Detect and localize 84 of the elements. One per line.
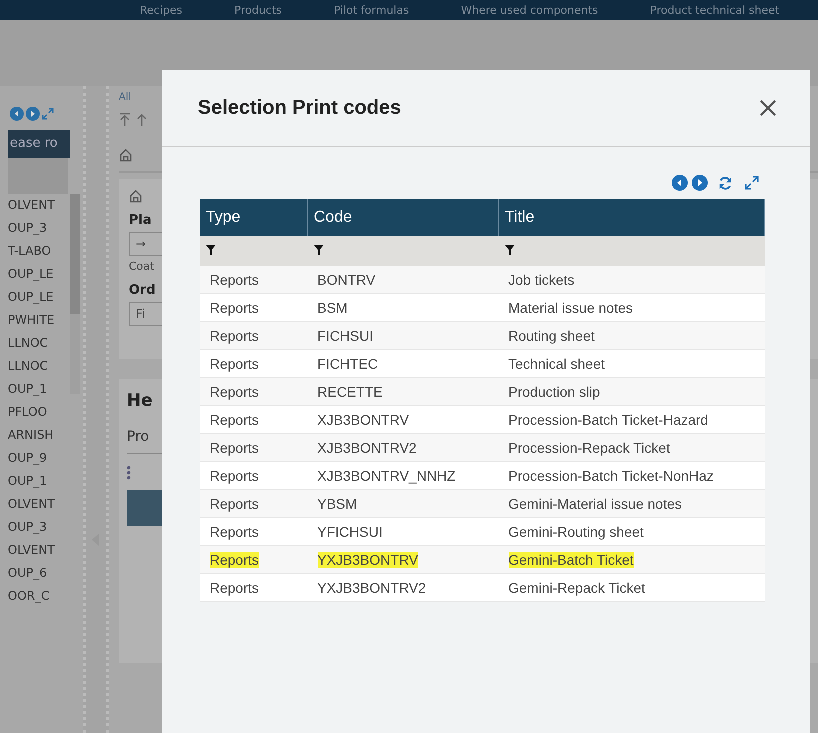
table-cell: Reports (210, 384, 260, 400)
table-cell: Reports (210, 272, 260, 288)
table-cell: YFICHSUI (318, 524, 383, 540)
table-cell: Reports (210, 524, 260, 540)
list-item[interactable]: ARNISH (8, 424, 68, 447)
refresh-icon[interactable] (718, 176, 733, 190)
home-icon[interactable] (129, 189, 143, 203)
table-cell: Reports (210, 440, 260, 456)
table-cell: XJB3BONTRV2 (318, 440, 417, 456)
table-cell: Production slip (508, 384, 600, 400)
list-item[interactable]: OUP_LE (8, 286, 68, 309)
table-cell: Gemini-Repack Ticket (508, 580, 646, 596)
nav-link[interactable]: Pilot formulas (334, 4, 410, 16)
dialog-title: Selection Print codes (198, 96, 402, 120)
table-cell: Job tickets (508, 272, 575, 288)
section-label: Ord (129, 283, 156, 298)
list-item[interactable]: PWHITE (8, 309, 68, 332)
filter-icon[interactable] (504, 245, 514, 255)
previous-icon[interactable] (672, 175, 688, 191)
action-button[interactable]: ease ro (8, 130, 70, 158)
table-cell: RECETTE (318, 384, 383, 400)
column-header[interactable]: Code (308, 199, 498, 236)
table-cell: Gemini-Material issue notes (508, 496, 682, 512)
list-item[interactable]: PFLOO (8, 401, 68, 424)
list-item[interactable]: OLVENT (8, 539, 68, 562)
list-item[interactable]: LLNOC (8, 355, 68, 378)
list-item[interactable]: OLVENT (8, 493, 68, 516)
more-icon[interactable] (127, 466, 131, 480)
table-cell: Gemini-Routing sheet (508, 524, 644, 540)
field-caption: Coat (129, 260, 156, 273)
list-item[interactable]: OUP_3 (8, 217, 68, 240)
expand-icon[interactable] (745, 176, 759, 190)
list-item[interactable]: OUP_6 (8, 562, 68, 585)
up-arrow-icon[interactable] (137, 113, 147, 127)
column-header[interactable]: Title (498, 199, 764, 236)
table-cell: Material issue notes (508, 300, 634, 316)
list-item[interactable]: T-LABO (8, 240, 68, 263)
table-cell: FICHTEC (318, 356, 378, 372)
section-label: Pla (129, 213, 152, 228)
home-icon[interactable] (119, 148, 133, 162)
list-item[interactable]: OUP_9 (8, 447, 68, 470)
list-item[interactable]: LLNOC (8, 332, 68, 355)
table-cell: Reports (210, 328, 260, 344)
table-cell: Routing sheet (508, 328, 595, 344)
table-cell: XJB3BONTRV_NNHZ (318, 468, 456, 484)
expand-icon[interactable] (42, 108, 54, 120)
table-cell: Reports (210, 580, 260, 596)
list-item[interactable]: OUP_LE (8, 263, 68, 286)
table-cell: YXJB3BONTRV2 (318, 580, 426, 596)
close-button[interactable]: × (756, 94, 780, 122)
list-item[interactable]: OUP_1 (8, 378, 68, 401)
table-cell: Procession-Batch Ticket-Hazard (508, 412, 708, 428)
table-cell: Reports (210, 300, 260, 316)
previous-icon[interactable] (10, 107, 24, 121)
list-item[interactable]: OUP_1 (8, 470, 68, 493)
table-cell: Procession-Repack Ticket (508, 440, 670, 456)
section-heading: He (127, 391, 153, 411)
nav-link[interactable]: Where used components (461, 4, 598, 16)
nav-link[interactable]: Recipes (140, 4, 183, 16)
table-cell: Technical sheet (508, 356, 606, 372)
list-item[interactable]: OLVENT (8, 194, 68, 217)
nav-link[interactable]: Products (234, 4, 282, 16)
table-cell: Reports (210, 496, 260, 512)
table-cell: XJB3BONTRV (318, 412, 410, 428)
next-icon[interactable] (692, 175, 708, 191)
nav-link[interactable]: Product technical sheet (650, 4, 780, 16)
table-cell: Gemini-Batch Ticket (508, 552, 634, 568)
column-header[interactable]: Type (200, 199, 308, 236)
list-item[interactable]: OUP_3 (8, 516, 68, 539)
table-cell: Reports (210, 552, 260, 568)
table-cell: Reports (210, 468, 260, 484)
table-cell: Reports (210, 412, 260, 428)
filter-strip (8, 158, 68, 194)
table-cell: YBSM (318, 496, 358, 512)
table-cell: Procession-Batch Ticket-NonHaz (508, 468, 714, 484)
table-cell: FICHSUI (318, 328, 374, 344)
list-item[interactable]: OOR_C (8, 585, 68, 608)
first-icon[interactable] (119, 113, 131, 127)
next-icon[interactable] (26, 107, 40, 121)
table-cell: Reports (210, 356, 260, 372)
table-cell: BONTRV (318, 272, 376, 288)
filter-icon[interactable] (314, 245, 324, 255)
table-cell: BSM (318, 300, 348, 316)
filter-icon[interactable] (206, 245, 216, 255)
